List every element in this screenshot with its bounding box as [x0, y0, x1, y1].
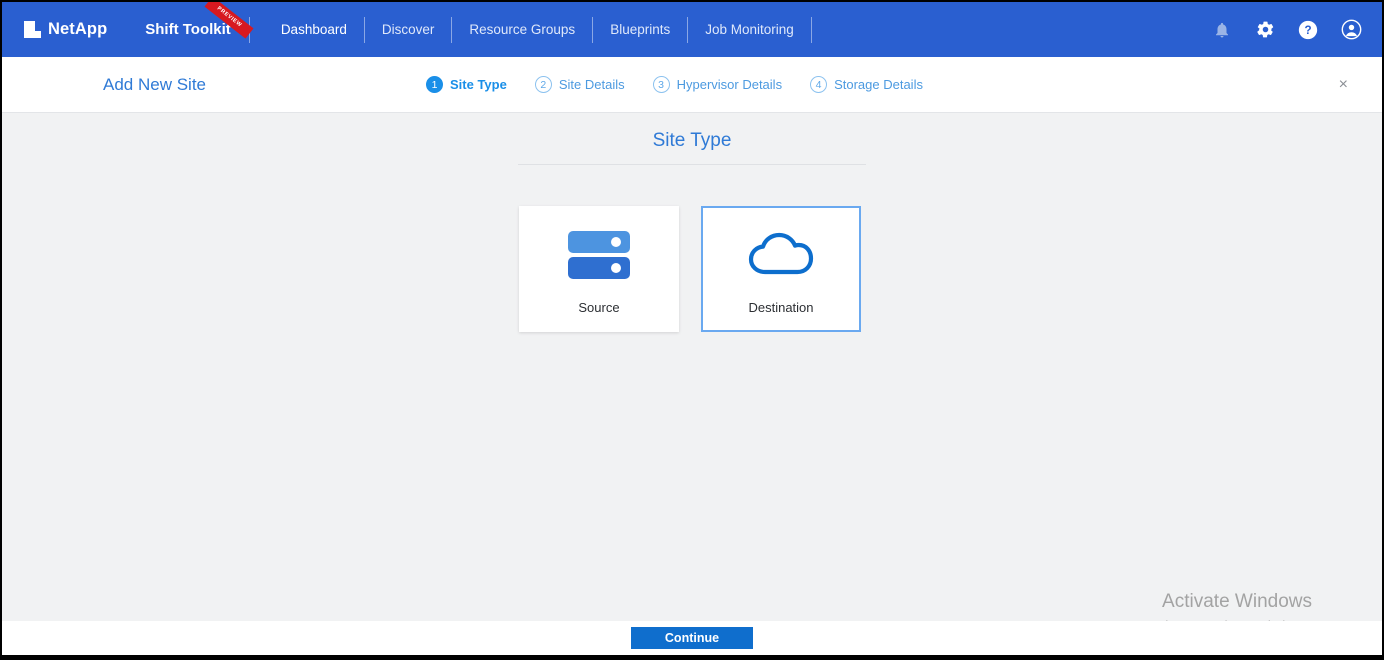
product-title: Shift Toolkit PREVIEW	[145, 21, 249, 39]
server-rack-icon	[568, 224, 630, 286]
svg-text:?: ?	[1304, 24, 1311, 37]
help-circle-icon[interactable]: ?	[1297, 19, 1319, 41]
brand-logo[interactable]: NetApp	[24, 20, 107, 39]
step-site-details[interactable]: 2 Site Details	[535, 76, 625, 93]
product-name: Shift Toolkit	[145, 21, 231, 38]
wizard-step-indicator: 1 Site Type 2 Site Details 3 Hypervisor …	[426, 76, 951, 93]
continue-button[interactable]: Continue	[631, 627, 753, 649]
topbar-actions: ?	[1211, 19, 1362, 41]
step-storage-details[interactable]: 4 Storage Details	[810, 76, 923, 93]
nav-item-dashboard[interactable]: Dashboard	[264, 22, 364, 37]
step-number: 4	[810, 76, 827, 93]
footer-bar: Continue	[2, 621, 1382, 655]
step-label: Site Type	[450, 77, 507, 92]
nav-links: Dashboard Discover Resource Groups Bluep…	[264, 17, 812, 43]
nav-divider	[811, 17, 812, 43]
user-account-icon[interactable]	[1340, 19, 1362, 41]
nav-item-blueprints[interactable]: Blueprints	[593, 22, 687, 37]
main-content: Site Type Source	[2, 113, 1382, 621]
step-number: 2	[535, 76, 552, 93]
step-number: 1	[426, 76, 443, 93]
watermark-title: Activate Windows	[1107, 590, 1312, 615]
step-label: Site Details	[559, 77, 625, 92]
site-type-card-destination[interactable]: Destination	[701, 206, 861, 332]
nav-item-discover[interactable]: Discover	[365, 22, 452, 37]
notifications-bell-icon[interactable]	[1211, 19, 1233, 41]
wizard-header: Add New Site 1 Site Type 2 Site Details …	[2, 57, 1382, 113]
step-number: 3	[653, 76, 670, 93]
top-navigation-bar: NetApp Shift Toolkit PREVIEW Dashboard D…	[2, 2, 1382, 57]
cloud-icon	[748, 224, 814, 286]
section-title: Site Type	[2, 130, 1382, 152]
nav-item-job-monitoring[interactable]: Job Monitoring	[688, 22, 811, 37]
settings-gear-icon[interactable]	[1254, 19, 1276, 41]
card-label: Source	[578, 300, 619, 315]
step-label: Hypervisor Details	[677, 77, 782, 92]
page-title: Add New Site	[103, 75, 206, 95]
site-type-card-source[interactable]: Source	[519, 206, 679, 332]
close-icon[interactable]: ×	[1339, 77, 1348, 93]
step-hypervisor-details[interactable]: 3 Hypervisor Details	[653, 76, 782, 93]
nav-item-resource-groups[interactable]: Resource Groups	[452, 22, 592, 37]
step-site-type[interactable]: 1 Site Type	[426, 76, 507, 93]
netapp-logo-icon	[24, 21, 41, 38]
application-window: NetApp Shift Toolkit PREVIEW Dashboard D…	[2, 2, 1382, 655]
brand-name: NetApp	[48, 20, 107, 39]
site-type-options: Source Destination	[519, 206, 861, 332]
card-label: Destination	[748, 300, 813, 315]
section-divider	[518, 164, 866, 165]
step-label: Storage Details	[834, 77, 923, 92]
